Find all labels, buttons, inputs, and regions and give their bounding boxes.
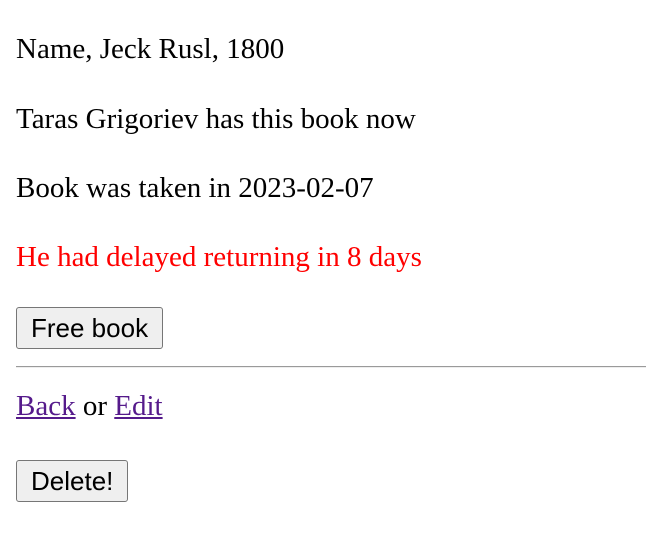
book-info: Name, Jeck Rusl, 1800 (16, 33, 285, 65)
book-taken-date: Book was taken in 2023-02-07 (16, 172, 374, 204)
or-separator: or (75, 390, 115, 422)
delete-button[interactable]: Delete! (16, 460, 129, 502)
free-book-button[interactable]: Free book (16, 307, 164, 349)
edit-link[interactable]: Edit (114, 390, 162, 422)
delay-warning: He had delayed returning in 8 days (16, 241, 422, 273)
book-details-page: Name, Jeck Rusl, 1800 Taras Grigoriev ha… (0, 0, 646, 537)
nav-links: Back or Edit (16, 389, 163, 423)
divider (16, 366, 646, 368)
back-link[interactable]: Back (16, 390, 76, 422)
book-holder: Taras Grigoriev has this book now (16, 103, 416, 135)
